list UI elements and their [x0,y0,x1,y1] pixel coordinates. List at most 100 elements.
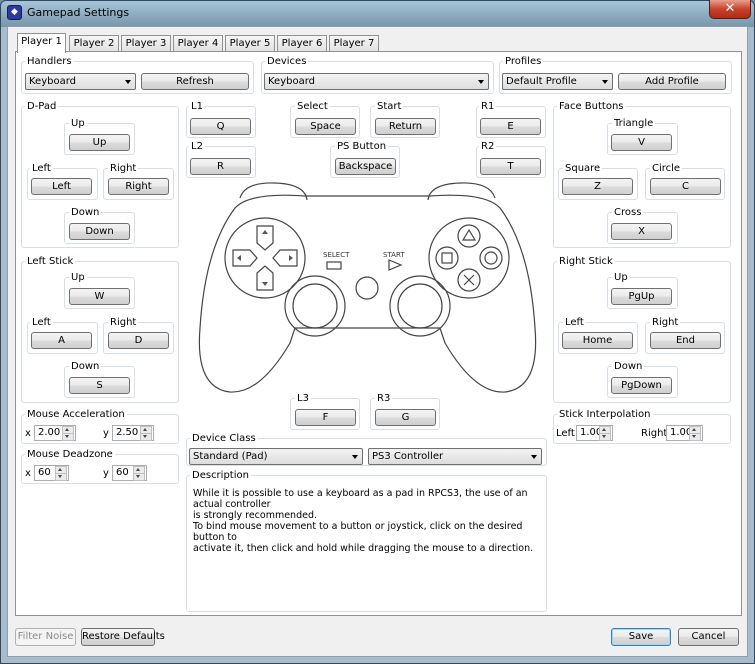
mouse-accel-y-label: y [103,428,109,439]
rs-down-label: Down [612,361,645,372]
dpad-right-label: Right [108,163,139,174]
start-key-outline [388,259,403,271]
dpad-down-button[interactable]: Down [69,223,130,240]
description-line: While it is possible to use a keyboard a… [193,488,528,510]
right-stick-outer [389,275,451,337]
r2-button[interactable]: T [480,158,541,175]
device-class-value: Standard (Pad) [193,451,268,462]
close-button[interactable]: ✕ [709,0,751,19]
select-button[interactable]: Space [295,118,356,135]
device-class-combo[interactable]: Standard (Pad) [189,448,363,465]
spin-down-icon[interactable] [55,473,67,481]
rs-left-button[interactable]: Home [562,332,633,349]
left-stick-title: Left Stick [25,256,76,267]
stick-interp-right-label: Right [641,428,668,439]
start-button[interactable]: Return [375,118,436,135]
l2-shoulder-outline [239,182,308,201]
r1-label: R1 [479,101,497,112]
device-type-combo[interactable]: PS3 Controller [368,448,542,465]
dpad-left-button[interactable]: Left [31,178,92,195]
restore-defaults-button[interactable]: Restore Defaults [81,628,165,646]
mouse-deadzone-y-value: 60 [116,467,129,478]
spin-down-icon[interactable] [599,433,611,441]
devices-title: Devices [265,56,309,67]
handlers-combo[interactable]: Keyboard [25,73,136,90]
r2-shoulder-outline [427,182,496,201]
spin-down-icon[interactable] [62,433,74,441]
save-button[interactable]: Save [611,628,671,646]
left-stick-inner [292,283,338,329]
l3-label: L3 [295,393,311,404]
l2-button[interactable]: R [190,158,251,175]
cross-button[interactable]: X [611,223,672,240]
dpad-down-outline [256,265,274,291]
filter-noise-button[interactable]: Filter Noise [15,628,76,646]
ls-down-label: Down [69,361,102,372]
triangle-button[interactable]: V [611,134,672,151]
description-line: is strongly recommended. [193,510,318,521]
r3-button[interactable]: G [375,409,436,426]
cancel-button[interactable]: Cancel [678,628,739,646]
refresh-button[interactable]: Refresh [141,73,249,90]
stick-interp-left-spin[interactable]: 1.00 [576,425,613,441]
devices-combo[interactable]: Keyboard [264,73,489,90]
spin-down-icon[interactable] [140,433,152,441]
description-line: To bind mouse movement to a button or jo… [193,521,523,543]
select-label: Select [295,101,330,112]
l1-label: L1 [189,101,205,112]
ls-up-button[interactable]: W [69,288,130,305]
l3-button[interactable]: F [295,409,356,426]
rs-up-button[interactable]: PgUp [611,288,672,305]
mouse-deadzone-x-spin[interactable]: 60 [34,465,69,481]
mouse-accel-x-label: x [25,428,31,439]
mouse-accel-y-spin[interactable]: 2.50 [112,425,154,441]
rs-left-label: Left [563,317,586,328]
mouse-deadzone-x-value: 60 [38,467,51,478]
chevron-down-icon [602,80,608,84]
spin-down-icon[interactable] [133,473,145,481]
tab-player-7[interactable]: Player 7 [329,35,379,52]
window-title: Gamepad Settings [27,6,130,19]
handlers-value: Keyboard [29,76,77,87]
right-stick-title: Right Stick [557,256,615,267]
l1-button[interactable]: Q [190,118,251,135]
circle-label: Circle [650,163,683,174]
mouse-deadzone-title: Mouse Deadzone [25,449,115,460]
tab-player-3[interactable]: Player 3 [121,35,171,52]
rs-down-button[interactable]: PgDown [611,377,672,394]
r1-button[interactable]: E [480,118,541,135]
dpad-right-button[interactable]: Right [108,178,169,195]
chevron-down-icon [352,455,358,459]
start-text: START [383,251,405,259]
dpad-right-arrow-icon [289,255,293,261]
tab-player-2[interactable]: Player 2 [69,35,119,52]
rs-right-button[interactable]: End [650,332,721,349]
title-bar[interactable]: ◆ Gamepad Settings [0,0,755,26]
ls-down-button[interactable]: S [69,377,130,394]
mouse-accel-title: Mouse Acceleration [25,409,127,420]
ps-button-label: PS Button [335,141,389,152]
dpad-up-button[interactable]: Up [69,134,130,151]
spin-down-icon[interactable] [689,433,701,441]
circle-button-outline [479,246,503,270]
add-profile-button[interactable]: Add Profile [618,73,726,90]
mouse-accel-x-spin[interactable]: 2.00 [34,425,76,441]
ls-right-button[interactable]: D [108,332,169,349]
profiles-combo[interactable]: Default Profile [502,73,613,90]
circle-button[interactable]: C [650,178,721,195]
mouse-deadzone-y-spin[interactable]: 60 [112,465,147,481]
triangle-label: Triangle [612,118,656,129]
ps-button[interactable]: Backspace [335,158,396,175]
ls-right-label: Right [108,317,139,328]
dpad-up-arrow-icon [262,230,268,234]
tab-player-4[interactable]: Player 4 [173,35,223,52]
tab-player-1[interactable]: Player 1 [17,33,66,53]
tab-player-5[interactable]: Player 5 [225,35,275,52]
tab-player-6[interactable]: Player 6 [277,35,327,52]
square-button[interactable]: Z [562,178,633,195]
face-buttons-title: Face Buttons [557,101,626,112]
stick-interp-right-spin[interactable]: 1.00 [666,425,703,441]
device-class-title: Device Class [190,433,258,444]
ls-left-button[interactable]: A [31,332,92,349]
dpad-left-label: Left [30,163,53,174]
